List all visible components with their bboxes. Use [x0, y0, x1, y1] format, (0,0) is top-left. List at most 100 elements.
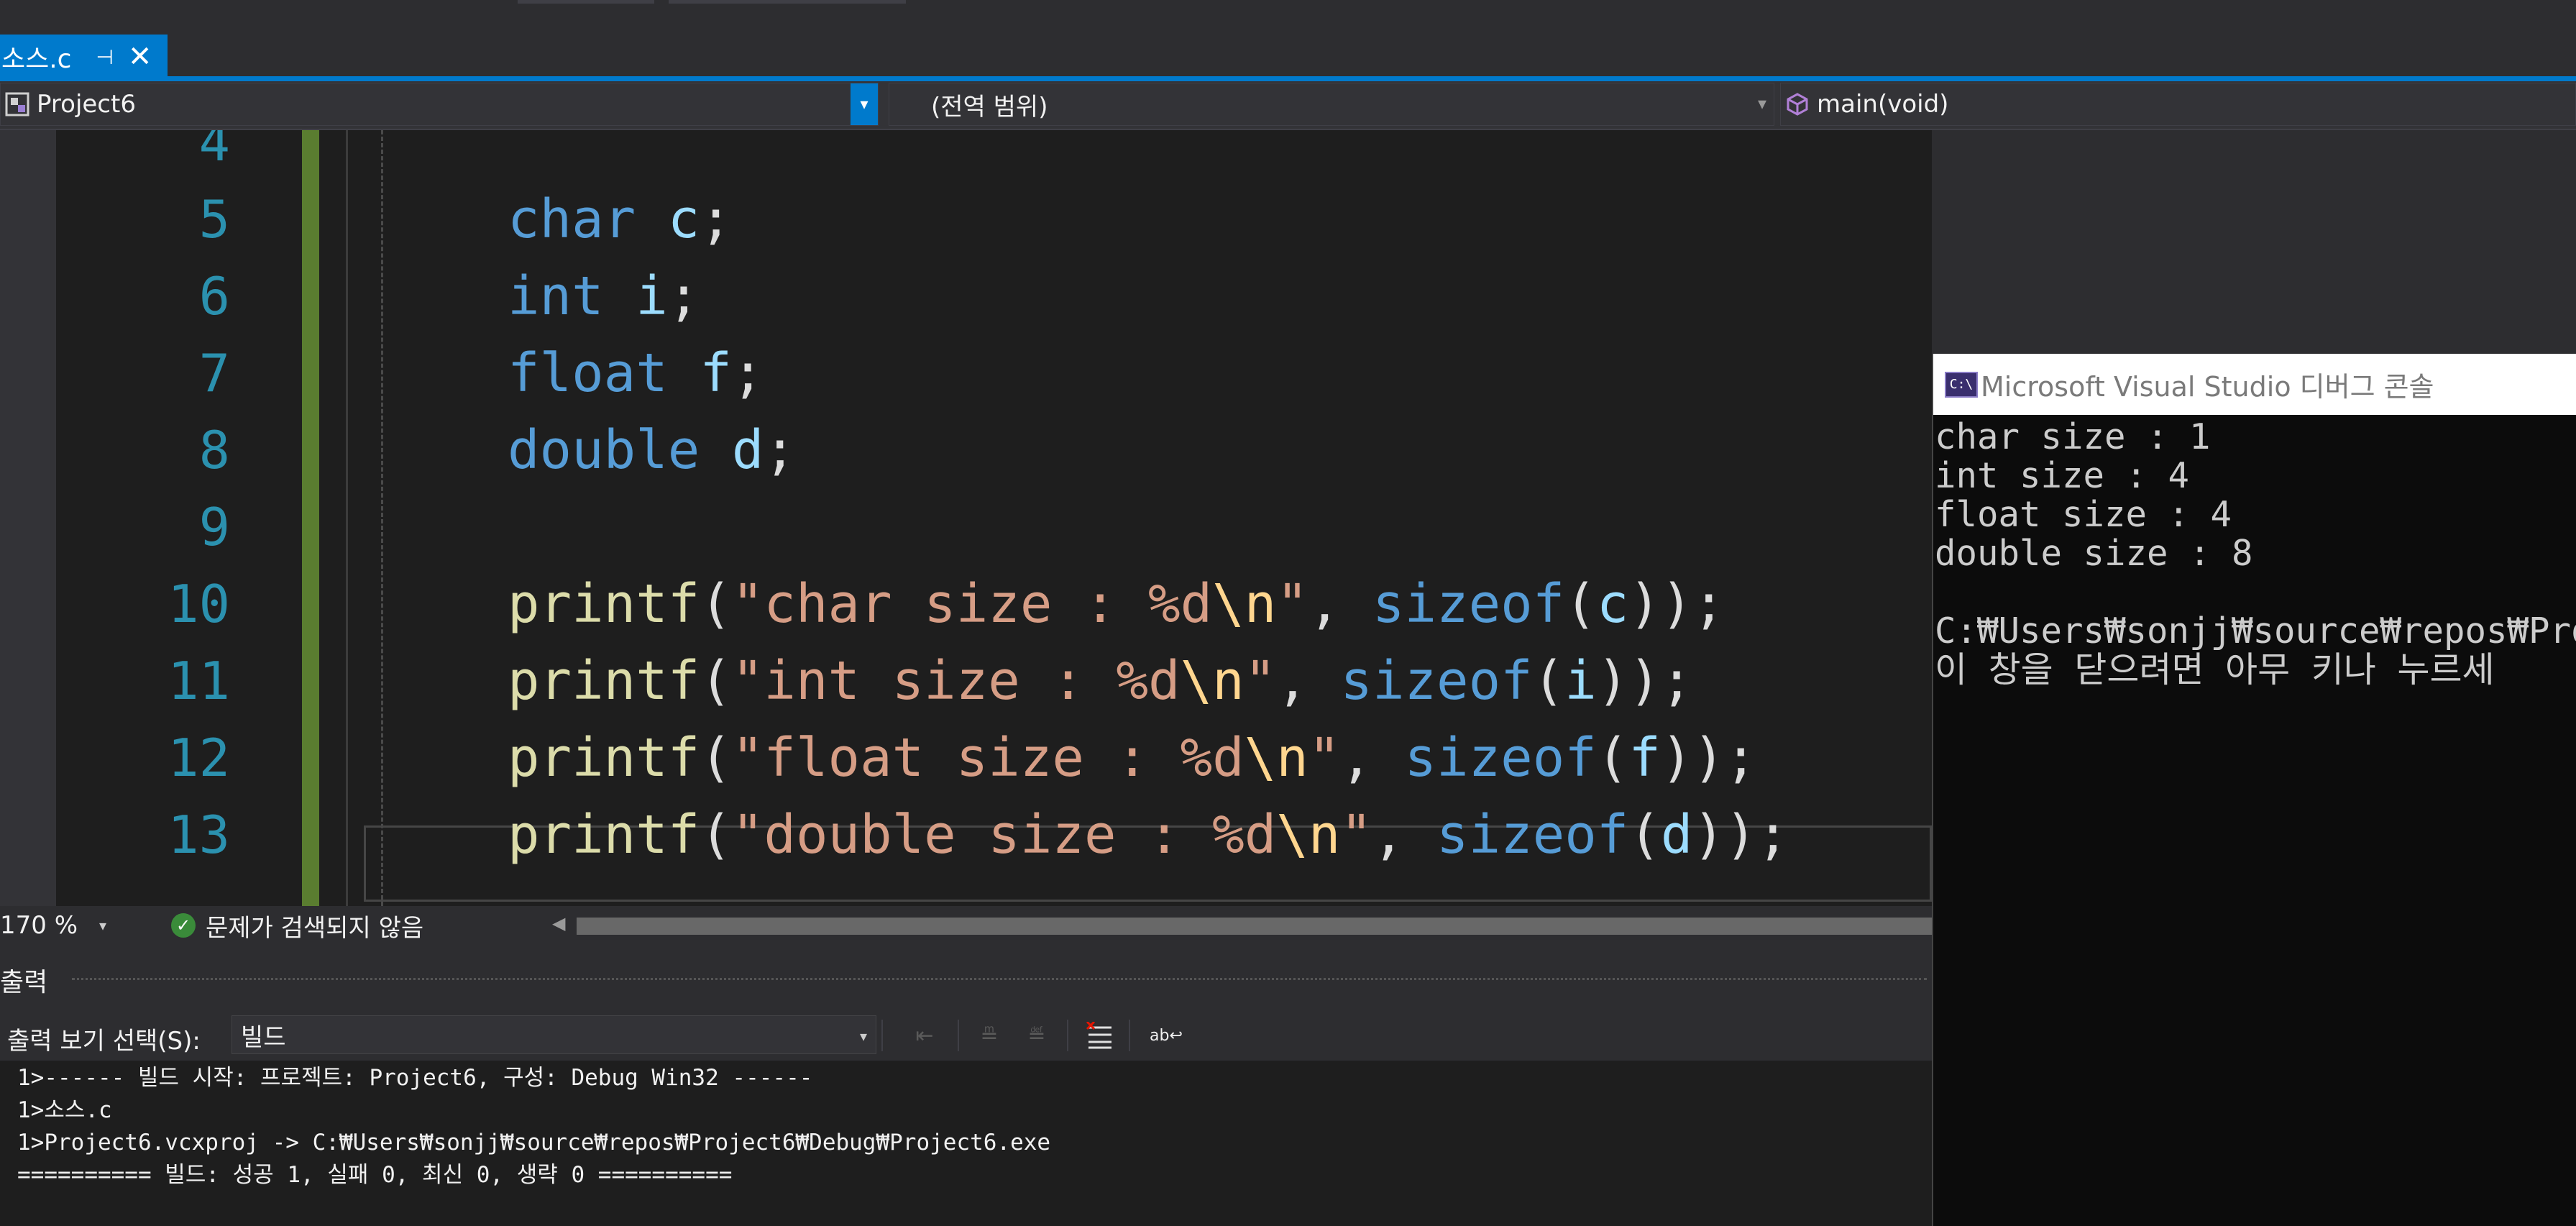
code-token: )); — [1628, 573, 1725, 635]
debug-console-window[interactable]: C:\ Microsoft Visual Studio 디버그 콘솔 char … — [1932, 354, 2576, 1226]
member-value: main(void) — [1817, 90, 1949, 119]
code-token: ( — [700, 650, 732, 712]
code-token: ( — [1628, 804, 1661, 866]
line-number: 5 — [198, 189, 230, 250]
next-message-icon[interactable]: ≝ — [1019, 1018, 1054, 1053]
go-to-line-icon[interactable]: ⇤ — [907, 1018, 942, 1053]
project-dropdown[interactable]: Project6 ▾ — [0, 83, 879, 126]
horizontal-scrollbar[interactable] — [577, 918, 1932, 935]
project-name: Project6 — [37, 90, 136, 119]
code-token: \n — [1276, 804, 1341, 866]
code-token: ; — [731, 342, 764, 404]
code-line[interactable]: double d; — [508, 412, 796, 489]
code-token: f — [700, 342, 732, 404]
line-number: 9 — [198, 497, 230, 557]
console-line: double size : 8 — [1935, 533, 2253, 574]
chevron-down-icon: ▾ — [1757, 93, 1766, 114]
code-token: ( — [1564, 573, 1597, 635]
console-line: float size : 4 — [1935, 494, 2232, 535]
line-number: 12 — [168, 728, 230, 788]
code-token: printf — [508, 573, 700, 635]
member-dropdown[interactable]: main(void) — [1780, 83, 2576, 126]
code-token: " — [1276, 573, 1308, 635]
code-line[interactable]: printf("char size : %d\n", sizeof(c)); — [508, 566, 1725, 643]
toolbar-separator — [881, 1020, 883, 1051]
console-line: C:₩Users₩sonjj₩source₩repos₩Proje — [1935, 610, 2576, 651]
output-source-value: 빌드 — [241, 1023, 286, 1052]
zoom-dropdown[interactable]: 170 % ▾ — [0, 910, 118, 941]
chevron-down-icon[interactable]: ▾ — [851, 83, 878, 125]
code-token: \n — [1244, 727, 1308, 789]
output-panel: 출력 출력 보기 선택(S): 빌드 ▾ ⇤ ≞ ≝ ab↩ 1>------ … — [0, 946, 1932, 1226]
code-token: ( — [700, 573, 732, 635]
indent-guide — [381, 130, 383, 906]
close-icon[interactable]: ✕ — [128, 40, 152, 73]
output-title: 출력 — [0, 968, 48, 997]
navigation-bar: Project6 ▾ (전역 범위) ▾ main(void) — [0, 81, 2576, 130]
code-line[interactable]: int i; — [508, 258, 700, 335]
line-number: 13 — [168, 805, 230, 865]
issues-text: 문제가 검색되지 않음 — [206, 913, 424, 943]
code-token: i — [1564, 650, 1597, 712]
issues-indicator[interactable]: ✓ 문제가 검색되지 않음 — [171, 910, 424, 943]
output-source-dropdown[interactable]: 빌드 ▾ — [232, 1015, 876, 1054]
line-number: 6 — [198, 266, 230, 326]
code-token: "float size : %d — [731, 727, 1245, 789]
scope-dropdown[interactable]: (전역 범위) ▾ — [889, 83, 1774, 126]
scrollbar-thumb[interactable] — [577, 918, 1932, 935]
code-token: double — [508, 419, 700, 481]
console-title-bar[interactable]: C:\ Microsoft Visual Studio 디버그 콘솔 — [1933, 354, 2576, 415]
toolbar-separator — [958, 1020, 959, 1051]
code-token: " — [1244, 650, 1277, 712]
code-token: "int size : %d — [731, 650, 1181, 712]
tab-label: 소스.c — [1, 45, 72, 74]
output-text[interactable]: 1>------ 빌드 시작: 프로젝트: Project6, 구성: Debu… — [0, 1061, 1932, 1226]
code-editor[interactable]: 4 5 6 7 8 9 10 11 12 13 char c; int i; float f; doub… — [0, 130, 1932, 906]
code-token: d — [1660, 804, 1693, 866]
pin-icon[interactable]: ⊣ — [96, 45, 113, 69]
code-token: )); — [1692, 804, 1789, 866]
scroll-left-icon[interactable]: ◀ — [552, 913, 565, 933]
code-token: )); — [1660, 727, 1757, 789]
code-line[interactable]: printf("double size : %d\n", sizeof(d)); — [508, 797, 1789, 874]
method-cube-icon — [1784, 91, 1811, 118]
code-token: printf — [508, 727, 700, 789]
code-token: int — [508, 265, 604, 327]
glyph-margin — [0, 130, 56, 906]
code-token: " — [1340, 804, 1372, 866]
tab-source-file[interactable]: 소스.c ⊣ ✕ — [0, 35, 168, 79]
code-token: ( — [700, 727, 732, 789]
word-wrap-icon[interactable]: ab↩ — [1149, 1018, 1183, 1053]
code-token: ; — [700, 188, 732, 250]
code-token: i — [636, 265, 668, 327]
chevron-down-icon: ▾ — [99, 917, 107, 934]
code-token: c — [667, 188, 700, 250]
code-token: sizeof — [1404, 727, 1597, 789]
code-token: ; — [764, 419, 796, 481]
line-number: 11 — [168, 651, 230, 711]
code-token: char — [508, 188, 636, 250]
code-token: c — [1596, 573, 1629, 635]
console-app-icon: C:\ — [1945, 371, 1978, 398]
line-number: 8 — [198, 420, 230, 480]
console-title: Microsoft Visual Studio 디버그 콘솔 — [1981, 371, 2434, 403]
code-line[interactable]: float f; — [508, 335, 764, 412]
scope-value: (전역 범위) — [931, 92, 1048, 122]
output-line: 1>Project6.vcxproj -> C:₩Users₩sonjj₩sou… — [17, 1130, 1051, 1156]
code-token: ; — [667, 265, 700, 327]
toolbar-separator — [1129, 1020, 1130, 1051]
checkmark-ok-icon: ✓ — [171, 913, 196, 938]
code-line[interactable]: printf("int size : %d\n", sizeof(i)); — [508, 643, 1692, 720]
title-bar-strip — [0, 0, 2576, 35]
panel-drag-grip[interactable] — [72, 978, 1927, 984]
code-line[interactable]: char c; — [508, 181, 732, 258]
previous-message-icon[interactable]: ≞ — [972, 1018, 1007, 1053]
line-number: 7 — [198, 343, 230, 403]
tab-accent-line — [0, 76, 2576, 81]
console-line: char size : 1 — [1935, 416, 2211, 457]
clear-all-icon[interactable] — [1083, 1018, 1117, 1053]
code-token: printf — [508, 804, 700, 866]
code-line[interactable]: printf("float size : %d\n", sizeof(f)); — [508, 720, 1757, 797]
code-token: f — [1628, 727, 1661, 789]
